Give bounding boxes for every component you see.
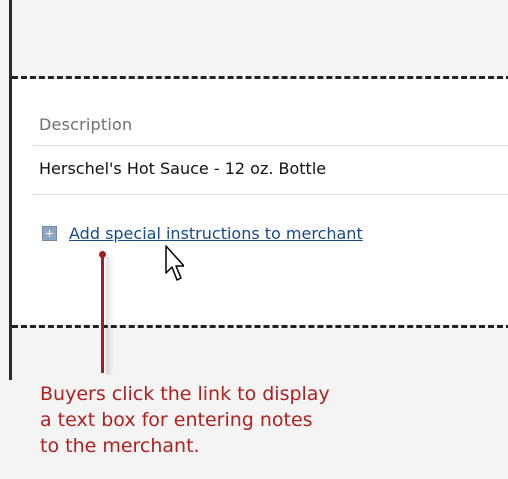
annotation-pin-head bbox=[99, 251, 106, 258]
annotation-pin-icon bbox=[101, 254, 104, 373]
annotation-caption: Buyers click the link to display a text … bbox=[40, 381, 480, 459]
add-special-instructions-link[interactable]: Add special instructions to merchant bbox=[69, 224, 363, 243]
item-description-cell: Herschel's Hot Sauce - 12 oz. Bottle bbox=[39, 159, 327, 178]
table-divider-top bbox=[33, 145, 508, 146]
annotation-line: a text box for entering notes bbox=[40, 409, 313, 431]
table-divider-bottom bbox=[33, 194, 508, 195]
annotation-pin-shadow bbox=[106, 257, 114, 375]
annotation-line: to the merchant. bbox=[40, 435, 200, 457]
left-border bbox=[9, 0, 12, 380]
top-band bbox=[0, 0, 508, 78]
annotation-line: Buyers click the link to display bbox=[40, 383, 330, 405]
plus-icon[interactable] bbox=[42, 226, 57, 241]
dashed-divider-top bbox=[12, 76, 508, 79]
screenshot-panel: Description Herschel's Hot Sauce - 12 oz… bbox=[0, 0, 508, 479]
description-column-header: Description bbox=[39, 115, 133, 134]
mouse-cursor-icon bbox=[165, 245, 184, 281]
